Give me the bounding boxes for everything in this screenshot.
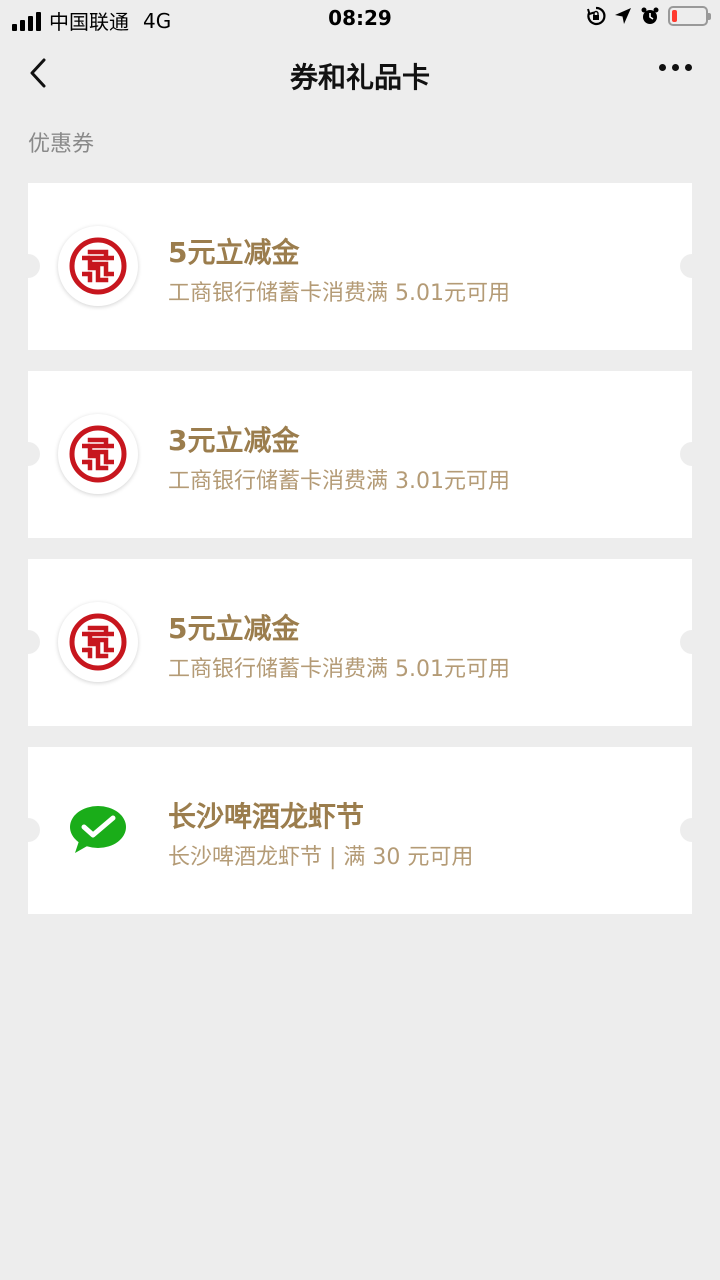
wechat-pay-logo-graphic (70, 806, 126, 853)
status-right (586, 6, 711, 26)
coupon-card[interactable]: 3元立减金 工商银行储蓄卡消费满 3.01元可用 (16, 371, 704, 538)
coupon-notch (16, 818, 40, 842)
coupon-notch (16, 442, 40, 466)
rotation-lock-icon (587, 6, 606, 26)
coupon-title: 5元立减金 (168, 236, 300, 269)
wechat-pay-logo-icon (58, 790, 138, 870)
icbc-logo-icon (58, 226, 138, 306)
coupon-notch (680, 254, 704, 278)
location-arrow-icon (615, 8, 631, 24)
page-title: 券和礼品卡 (289, 61, 430, 94)
coupon-notch (16, 630, 40, 654)
coupon-list: 5元立减金 工商银行储蓄卡消费满 5.01元可用 3元立减金 工商银行储蓄卡消费… (16, 183, 704, 935)
coupon-title: 长沙啤酒龙虾节 (168, 800, 365, 833)
more-dots-icon (685, 64, 692, 71)
more-dots-icon (672, 64, 679, 71)
icbc-logo-graphic (69, 425, 127, 483)
coupon-notch (680, 442, 704, 466)
battery-icon (668, 6, 711, 26)
more-button[interactable] (659, 64, 692, 71)
coupon-notch (680, 630, 704, 654)
coupon-desc: 工商银行储蓄卡消费满 5.01元可用 (168, 281, 510, 306)
coupon-title: 3元立减金 (168, 424, 300, 457)
icbc-logo-icon (58, 414, 138, 494)
coupon-desc: 工商银行储蓄卡消费满 3.01元可用 (168, 469, 510, 494)
section-label: 优惠券 (28, 132, 95, 157)
coupon-title: 5元立减金 (168, 612, 300, 645)
coupon-notch (16, 254, 40, 278)
alarm-icon (641, 7, 659, 24)
icbc-logo-graphic (69, 613, 127, 671)
coupon-desc: 长沙啤酒龙虾节 | 满 30 元可用 (168, 845, 474, 870)
coupon-card[interactable]: 5元立减金 工商银行储蓄卡消费满 5.01元可用 (16, 559, 704, 726)
icbc-logo-graphic (69, 237, 127, 295)
status-bar: 中国联通 4G 08:29 (0, 0, 720, 36)
nav-bar: 券和礼品卡 (0, 36, 720, 112)
coupon-desc: 工商银行储蓄卡消费满 5.01元可用 (168, 657, 510, 682)
more-dots-icon (659, 64, 666, 71)
coupon-notch (680, 818, 704, 842)
coupon-card[interactable]: 长沙啤酒龙虾节 长沙啤酒龙虾节 | 满 30 元可用 (16, 747, 704, 914)
coupon-card[interactable]: 5元立减金 工商银行储蓄卡消费满 5.01元可用 (16, 183, 704, 350)
icbc-logo-icon (58, 602, 138, 682)
battery-fill (672, 10, 677, 22)
